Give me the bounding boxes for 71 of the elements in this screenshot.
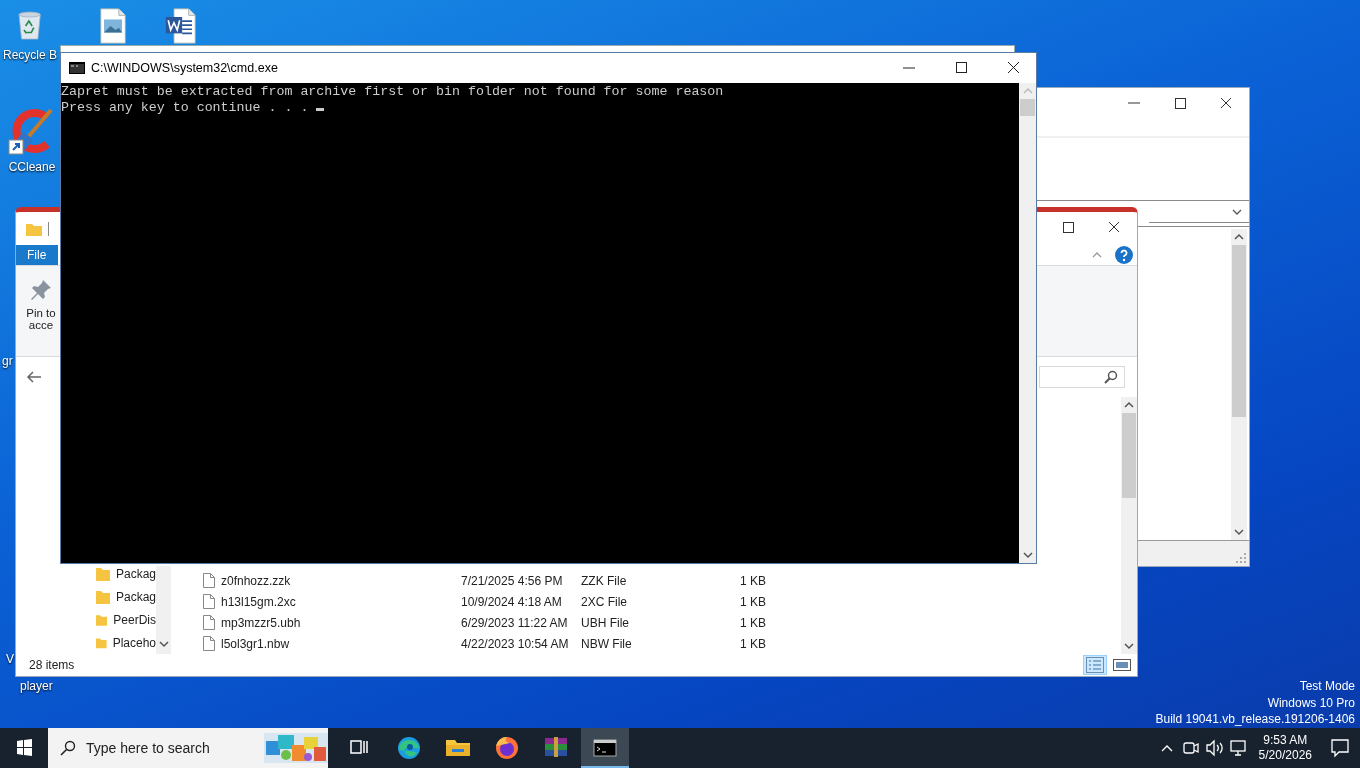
folder-icon [96,612,108,627]
text-cursor [316,108,325,111]
command-prompt-icon[interactable] [581,728,629,768]
pin-to-quick-access-button[interactable]: Pin to acce [22,266,60,356]
desktop-icon-label[interactable]: V [6,652,14,666]
collapse-ribbon-icon[interactable] [1091,251,1103,259]
file-date: 4/22/2023 10:54 AM [461,636,570,651]
resize-grip-icon[interactable] [1236,553,1246,563]
file-type: 2XC File [581,594,628,609]
nav-folder-item[interactable]: Packag [96,562,156,585]
pin-icon [29,278,53,302]
file-size: 1 KB [739,636,766,651]
folder-icon [96,635,107,650]
scrollbar[interactable] [1019,83,1036,563]
item-count: 28 items [29,658,75,672]
scrollbar-thumb[interactable] [1020,99,1035,116]
desktop-icon-label[interactable]: Recycle B [3,48,57,62]
file-icon [203,594,215,609]
scrollbar-thumb[interactable] [1122,413,1136,498]
desktop-icon-label[interactable]: CCleane [8,160,56,174]
console-line: Zapret must be extracted from archive first or bin folder not found for some reason [61,84,724,99]
search-icon [1104,370,1118,384]
nav-folder-item[interactable]: Placeho [96,631,156,654]
console-line: Press any key to continue . . . [61,100,309,115]
file-type: NBW File [581,636,633,651]
file-icon [203,636,215,651]
search-field[interactable]: Type here to search [48,728,328,768]
file-type: UBH File [581,615,630,630]
folder-icon [96,589,110,604]
back-arrow-icon[interactable] [26,370,42,384]
file-type: ZZK File [581,573,628,588]
system-notice-text: Windows 10 Pro [1267,694,1355,711]
scrollbar[interactable] [1231,229,1247,540]
file-size: 1 KB [739,615,766,630]
search-field[interactable] [1039,366,1125,388]
scrollbar-thumb[interactable] [1232,245,1246,417]
file-date: 6/29/2023 11:22 AM [461,615,569,630]
file-date: 7/21/2025 4:56 PM [461,573,564,588]
file-row[interactable]: mp3mzzr5.ubh 6/29/2023 11:22 AM UBH File 1 KB [179,612,1121,633]
nav-folder-item[interactable]: Packag [96,585,156,608]
desktop-icon-label[interactable]: player [20,679,53,693]
scrollbar[interactable] [1121,397,1137,654]
details-view-icon[interactable] [1086,657,1104,673]
clock[interactable]: 9:53 AM 5/20/2026 [1250,733,1320,763]
nav-folder-item[interactable]: PeerDis [96,608,156,631]
file-date: 10/9/2024 4:18 AM [461,594,563,609]
large-icons-view-icon[interactable] [1113,657,1131,673]
system-notice-text: Test Mode [1299,678,1355,695]
ribbon-tab[interactable]: File [16,245,59,265]
file-size: 1 KB [739,573,766,588]
folder-icon [96,566,110,581]
file-name: z0fnhozz.zzk [221,573,292,588]
system-notice-text: Build 19041.vb_release.191206-1406 [1155,711,1355,728]
scroll-down-icon[interactable] [156,638,171,650]
file-name: l5ol3gr1.nbw [221,636,291,651]
help-icon[interactable] [1115,246,1133,264]
file-row[interactable]: h13l15gm.2xc 10/9/2024 4:18 AM 2XC File 1 KB [179,591,1121,612]
file-row[interactable]: l5ol3gr1.nbw 4/22/2023 10:54 AM NBW File 1 KB [179,633,1121,654]
console-icon [69,62,85,74]
search-icon [60,740,76,756]
file-icon [203,573,215,588]
chevron-down-icon[interactable] [1231,207,1243,216]
window-title: C:\WINDOWS\system32\cmd.exe [91,61,278,75]
file-icon [203,615,215,630]
document-icon[interactable] [163,8,197,44]
scrollbar[interactable] [156,566,171,654]
file-row[interactable]: z0fnhozz.zzk 7/21/2025 4:56 PM ZZK File 1 KB [179,570,1121,591]
file-name: h13l15gm.2xc [221,594,297,609]
file-name: mp3mzzr5.ubh [221,615,302,630]
desktop-icon-label[interactable]: gr [2,354,13,368]
file-size: 1 KB [739,594,766,609]
